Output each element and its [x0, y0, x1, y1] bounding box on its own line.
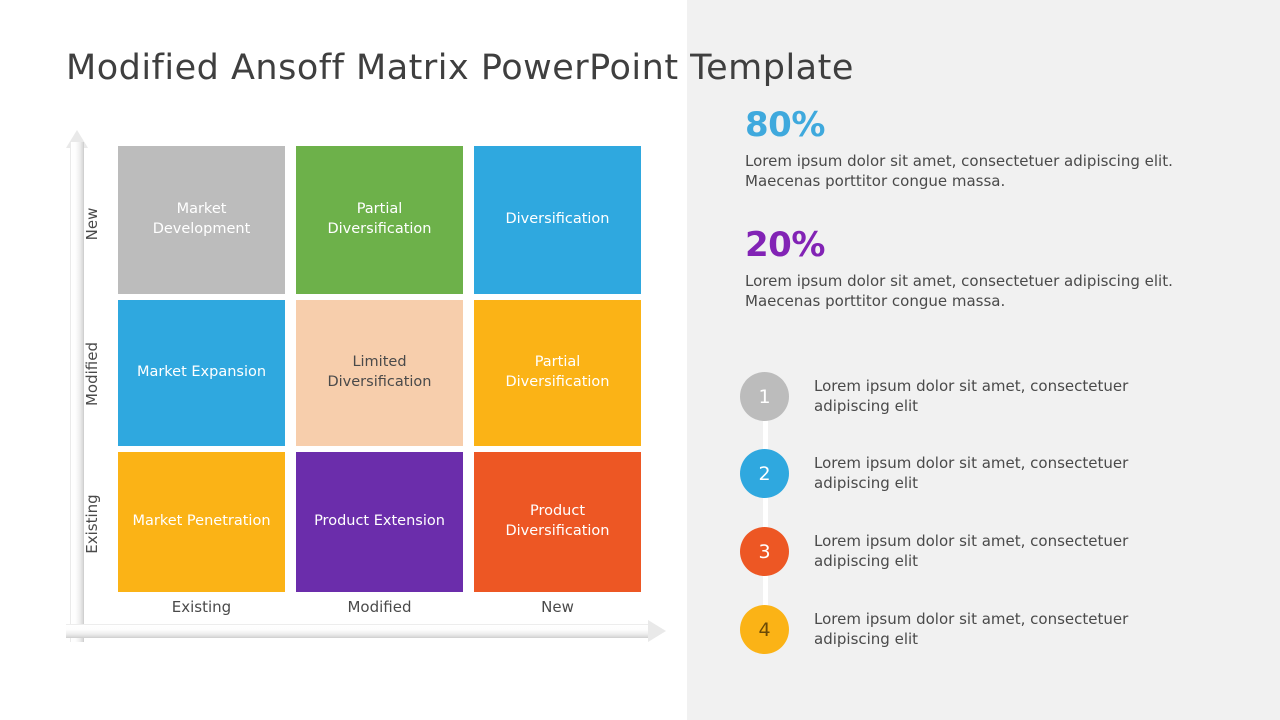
list-item-label: Lorem ipsum dolor sit amet, consectetuer… — [814, 610, 1129, 648]
list-item[interactable]: 3 Lorem ipsum dolor sit amet, consectetu… — [740, 527, 1240, 579]
matrix-cell-partial-diversification-top[interactable]: Partial Diversification — [296, 146, 463, 294]
list-bullet-2: 2 — [740, 449, 789, 498]
matrix-cell-partial-diversification-mid[interactable]: Partial Diversification — [474, 300, 641, 446]
matrix-cell-market-development[interactable]: Market Development — [118, 146, 285, 294]
list-item-label: Lorem ipsum dolor sit amet, consectetuer… — [814, 454, 1129, 492]
list-item-label: Lorem ipsum dolor sit amet, consectetuer… — [814, 532, 1129, 570]
matrix-cell-limited-diversification[interactable]: Limited Diversification — [296, 300, 463, 446]
stat-value-80: 80% — [745, 105, 825, 145]
matrix-cell-market-penetration[interactable]: Market Penetration — [118, 452, 285, 592]
matrix-cell-product-diversification[interactable]: Product Diversification — [474, 452, 641, 592]
x-axis-label-modified: Modified — [347, 598, 412, 616]
slide-canvas: Modified Ansoff Matrix PowerPoint Templa… — [0, 0, 1280, 720]
stat-block-20: 20% Lorem ipsum dolor sit amet, consecte… — [745, 228, 1225, 312]
numbered-list: 1 Lorem ipsum dolor sit amet, consectetu… — [740, 372, 1240, 662]
y-axis-label-new: New — [83, 207, 101, 241]
matrix-cell-diversification[interactable]: Diversification — [474, 146, 641, 294]
stat-block-80: 80% Lorem ipsum dolor sit amet, consecte… — [745, 108, 1225, 192]
x-axis-label-new: New — [541, 598, 574, 616]
y-axis-shaft — [70, 142, 84, 642]
list-item[interactable]: 2 Lorem ipsum dolor sit amet, consectetu… — [740, 449, 1240, 501]
stat-description-80: Lorem ipsum dolor sit amet, consectetuer… — [745, 152, 1173, 190]
matrix-cell-product-extension[interactable]: Product Extension — [296, 452, 463, 592]
matrix-grid: Market Development Partial Diversificati… — [118, 146, 641, 592]
list-bullet-3: 3 — [740, 527, 789, 576]
matrix-cell-market-expansion[interactable]: Market Expansion — [118, 300, 285, 446]
right-arrow-icon — [648, 620, 666, 642]
list-bullet-1: 1 — [740, 372, 789, 421]
y-axis-label-modified: Modified — [83, 342, 101, 407]
list-bullet-4: 4 — [740, 605, 789, 654]
page-title: Modified Ansoff Matrix PowerPoint Templa… — [66, 48, 854, 88]
list-item[interactable]: 1 Lorem ipsum dolor sit amet, consectetu… — [740, 372, 1240, 424]
x-axis-shaft — [66, 624, 651, 638]
ansoff-matrix: New Modified Existing Market Development… — [0, 0, 687, 720]
stat-value-20: 20% — [745, 225, 825, 265]
list-item-label: Lorem ipsum dolor sit amet, consectetuer… — [814, 377, 1129, 415]
list-connector-line — [763, 398, 768, 630]
x-axis-arrow — [66, 620, 666, 642]
stat-description-20: Lorem ipsum dolor sit amet, consectetuer… — [745, 272, 1173, 310]
x-axis-label-existing: Existing — [171, 598, 232, 616]
list-item[interactable]: 4 Lorem ipsum dolor sit amet, consectetu… — [740, 605, 1240, 657]
y-axis-label-existing: Existing — [83, 494, 101, 554]
